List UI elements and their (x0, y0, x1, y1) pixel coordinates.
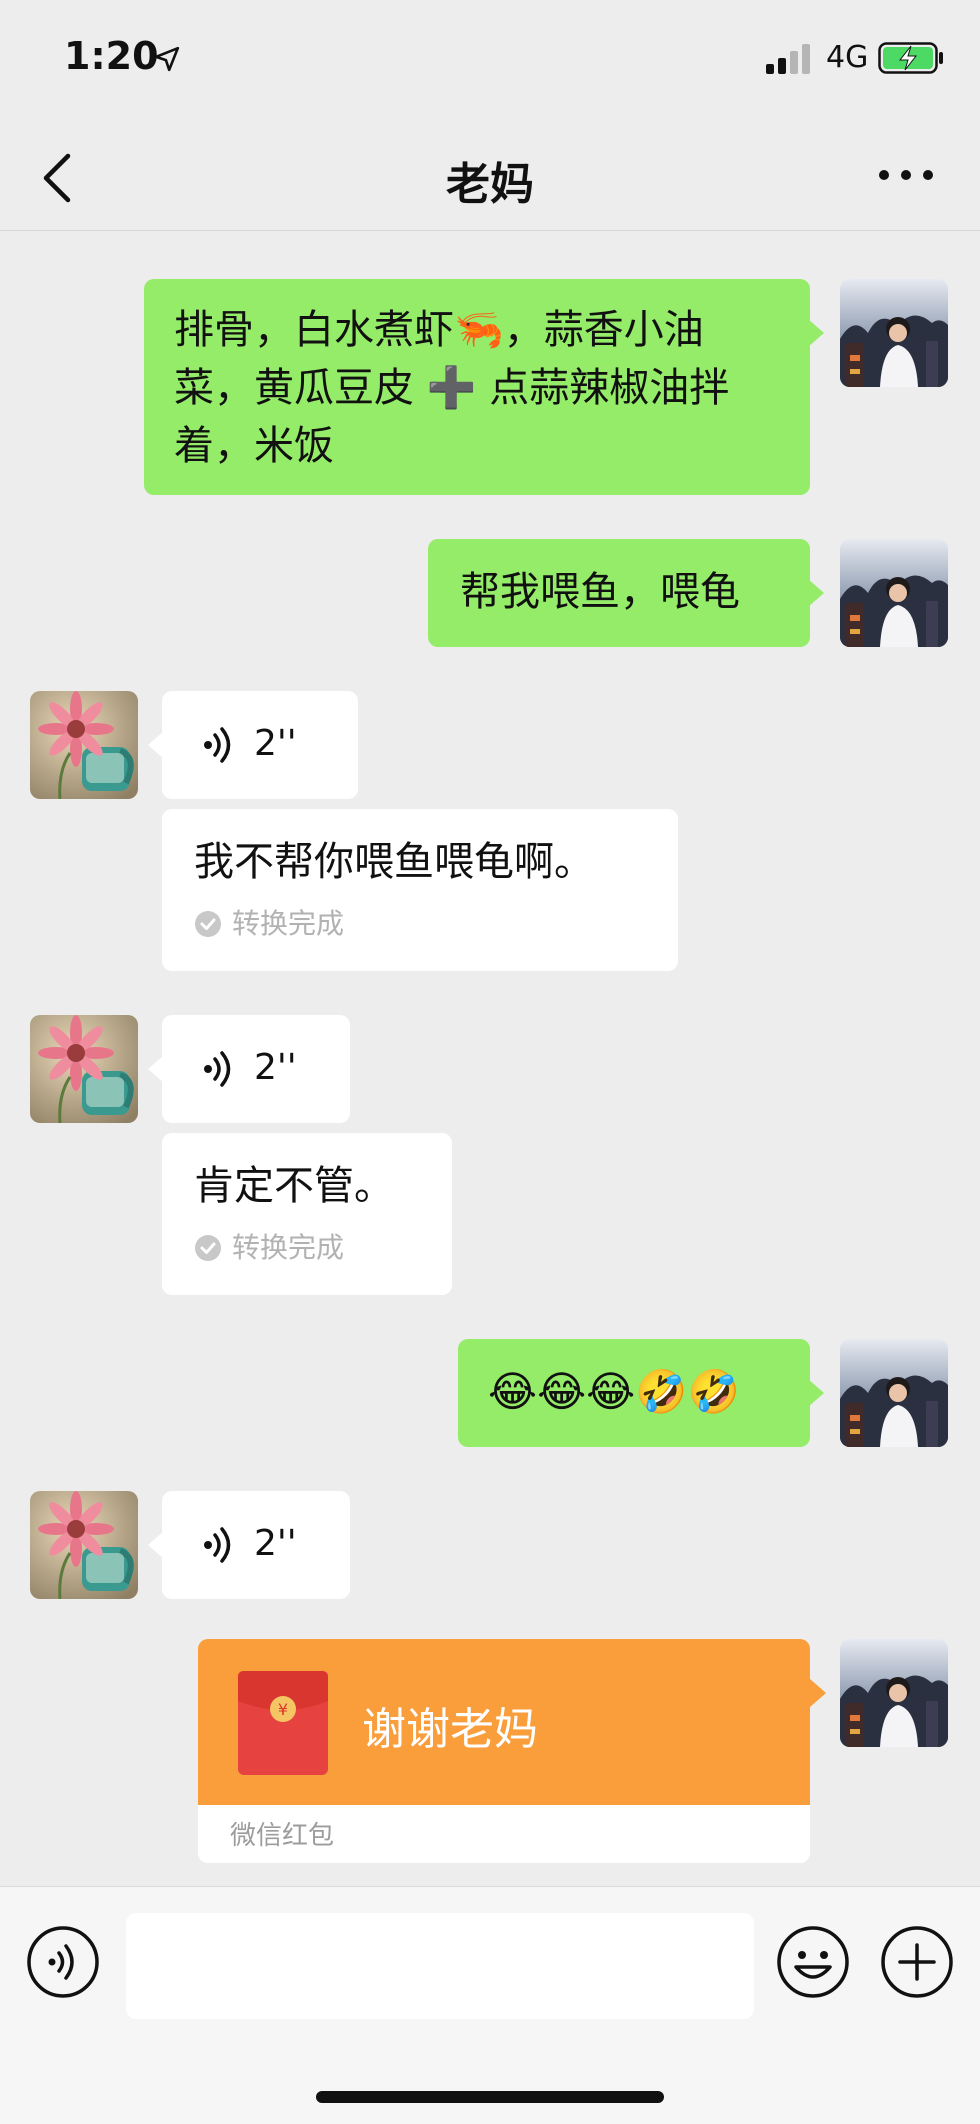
text-message-bubble[interactable]: 帮我喂鱼，喂龟 (428, 539, 824, 647)
status-bar: 1:20 4G (0, 0, 980, 120)
home-indicator (316, 2091, 664, 2103)
emoji-icon[interactable] (776, 1925, 850, 1999)
red-packet-tail (810, 1679, 826, 1707)
more-dots-icon[interactable] (876, 160, 936, 190)
contact-avatar[interactable] (30, 691, 138, 799)
red-envelope-icon: ¥ (238, 1671, 328, 1775)
message-list[interactable]: 排骨，白水煮虾🦐，蒜香小油 菜，黄瓜豆皮 ➕ 点蒜辣椒油拌 着，米饭 帮我喂鱼，… (0, 231, 980, 1885)
message-text: 帮我喂鱼，喂龟 (460, 569, 740, 615)
voice-message-bubble[interactable]: 2'' (148, 1491, 350, 1599)
voice-playback-icon (204, 1527, 231, 1563)
message-line: 菜，黄瓜豆皮 ➕ 点蒜辣椒油拌 (174, 365, 730, 411)
red-packet-message: 谢谢老妈 (362, 1704, 538, 1755)
my-avatar[interactable] (840, 279, 948, 387)
voice-playback-icon (204, 727, 231, 763)
my-avatar[interactable] (840, 1339, 948, 1447)
transcript-status-text: 转换完成 (232, 1231, 345, 1264)
my-avatar[interactable] (840, 539, 948, 647)
transcript-text: 我不帮你喂鱼喂龟啊。 (194, 839, 594, 885)
location-arrow-icon (154, 46, 180, 72)
voice-mode-icon[interactable] (26, 1925, 100, 1999)
message-line: 着，米饭 (174, 423, 334, 469)
contact-avatar[interactable] (30, 1015, 138, 1123)
voice-message-bubble[interactable]: 2'' (148, 691, 358, 799)
check-circle-icon (195, 911, 221, 937)
signal-strength-icon (766, 44, 810, 74)
message-text: 😂😂😂🤣🤣 (488, 1367, 740, 1416)
voice-duration: 2'' (254, 1523, 297, 1564)
voice-transcript-card[interactable]: 肯定不管。 转换完成 (162, 1133, 452, 1295)
battery-charging-icon (878, 42, 943, 74)
input-bar (0, 1886, 980, 2124)
message-input[interactable] (126, 1913, 754, 2019)
status-time: 1:20 (64, 34, 159, 78)
my-avatar[interactable] (840, 1639, 948, 1747)
message-line: 排骨，白水煮虾🦐，蒜香小油 (174, 307, 704, 353)
check-circle-icon (195, 1235, 221, 1261)
text-message-bubble[interactable]: 排骨，白水煮虾🦐，蒜香小油 菜，黄瓜豆皮 ➕ 点蒜辣椒油拌 着，米饭 (144, 279, 824, 495)
text-message-bubble[interactable]: 😂😂😂🤣🤣 (458, 1339, 824, 1447)
network-type: 4G (826, 40, 869, 75)
chat-title: 老妈 (446, 159, 534, 210)
transcript-status: 转换完成 (194, 895, 344, 953)
red-packet-label: 微信红包 (230, 1821, 335, 1851)
voice-playback-icon (204, 1051, 231, 1087)
voice-duration: 2'' (254, 1047, 297, 1088)
red-packet-body: ¥ 谢谢老妈 (198, 1639, 810, 1805)
yuan-symbol: ¥ (278, 1700, 288, 1719)
voice-message-bubble[interactable]: 2'' (148, 1015, 350, 1123)
transcript-status: 转换完成 (194, 1219, 344, 1277)
plus-circle-icon[interactable] (880, 1925, 954, 1999)
chat-header: 老妈 (0, 120, 980, 231)
transcript-text: 肯定不管。 (194, 1163, 394, 1209)
voice-duration: 2'' (254, 723, 297, 764)
transcript-status-text: 转换完成 (232, 907, 345, 940)
contact-avatar[interactable] (30, 1491, 138, 1599)
voice-transcript-card[interactable]: 我不帮你喂鱼喂龟啊。 转换完成 (162, 809, 678, 971)
red-packet-card[interactable]: ¥ 谢谢老妈 微信红包 (198, 1639, 810, 1863)
